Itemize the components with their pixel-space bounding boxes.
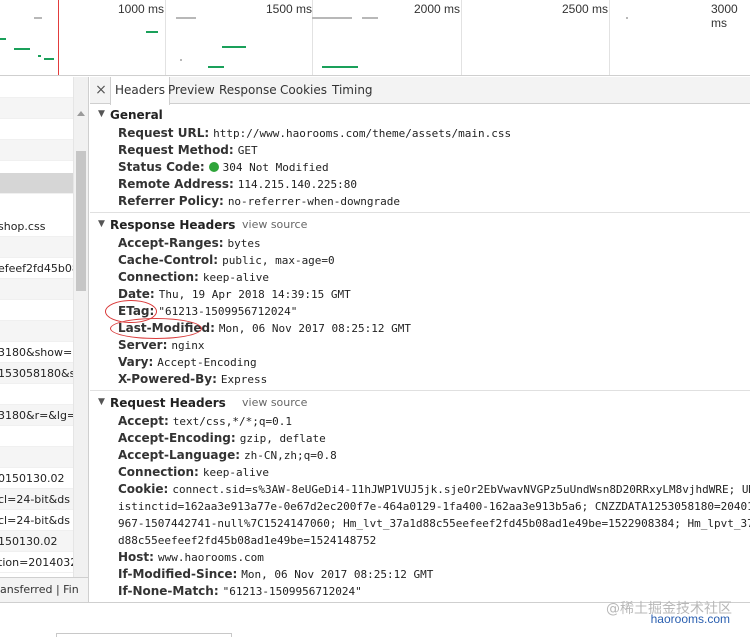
request-details-panel: × Headers Preview Response Cookies Timin… (90, 77, 750, 602)
timeline-tick-label: 2500 ms (562, 2, 609, 16)
tab-timing[interactable]: Timing (328, 77, 377, 104)
request-row[interactable]: tion=2014032 (0, 552, 73, 573)
cookie-continuation: 967-1507442741-null%7C1524147060; Hm_lvt… (118, 517, 750, 530)
details-tab-bar: × Headers Preview Response Cookies Timin… (90, 77, 750, 105)
timeline-bar (626, 17, 628, 19)
close-icon[interactable]: × (94, 81, 108, 99)
headers-content: ▼ General Request URL: http://www.haoroom… (90, 105, 750, 602)
timeline-gridline (609, 0, 610, 75)
timeline-bar (312, 17, 352, 19)
tab-headers[interactable]: Headers (110, 77, 170, 105)
view-source-link[interactable]: view source (242, 396, 307, 409)
section-divider (90, 212, 750, 213)
request-header-row: If-Modified-Since: Mon, 06 Nov 2017 08:25… (118, 567, 434, 581)
cookie-continuation: d88c55eefeef2fd45b08ad1e49be=1524148752 (118, 534, 377, 547)
request-row[interactable]: shop.css (0, 216, 73, 237)
console-input-edge (56, 633, 232, 637)
network-timeline-overview[interactable]: 1000 ms 1500 ms 2000 ms 2500 ms 3000 ms (0, 0, 750, 76)
timeline-tick-label: 1000 ms (118, 2, 165, 16)
request-row[interactable] (0, 447, 73, 468)
request-row[interactable] (0, 237, 73, 258)
timeline-bar (362, 17, 378, 19)
request-header-row: Connection: keep-alive (118, 465, 270, 479)
timeline-gridline (312, 0, 313, 75)
timeline-bar (38, 55, 41, 57)
timeline-gridline (461, 0, 462, 75)
timeline-tick-label: 2000 ms (414, 2, 461, 16)
general-request-method: Request Method: GET (118, 143, 258, 157)
network-summary-bar: ansferred | Fin (0, 577, 88, 602)
timeline-bar (222, 46, 246, 48)
response-header-row: Server: nginx (118, 338, 205, 352)
timeline-bar (0, 38, 6, 40)
timeline-bar (208, 66, 224, 68)
request-list-scrollbar[interactable] (73, 77, 88, 577)
tab-cookies[interactable]: Cookies (276, 77, 331, 104)
request-row[interactable] (0, 279, 73, 300)
view-source-link[interactable]: view source (242, 218, 307, 231)
timeline-tick-label: 1500 ms (266, 2, 313, 16)
response-header-row: Accept-Ranges: bytes (118, 236, 261, 250)
request-row[interactable] (0, 384, 73, 405)
request-row[interactable]: cl=24-bit&ds (0, 489, 73, 510)
general-section-header[interactable]: ▼ General (90, 108, 750, 125)
general-request-url: Request URL: http://www.haorooms.com/them… (118, 126, 512, 140)
request-row[interactable] (0, 300, 73, 321)
request-row[interactable]: 0150130.02 (0, 468, 73, 489)
triangle-down-icon: ▼ (98, 219, 105, 229)
request-row[interactable]: 153058180&sh (0, 363, 73, 384)
request-row[interactable]: cl=24-bit&ds (0, 510, 73, 531)
response-header-row: X-Powered-By: Express (118, 372, 268, 386)
triangle-down-icon: ▼ (98, 109, 105, 119)
request-header-row: Accept: text/css,*/*;q=0.1 (118, 414, 292, 428)
timeline-bar (176, 17, 196, 19)
scrollbar-thumb[interactable] (76, 151, 86, 291)
watermark-site: haorooms.com (650, 612, 730, 626)
request-row[interactable]: 150130.02 (0, 531, 73, 552)
timeline-tick-label: 3000 ms (711, 2, 738, 30)
request-header-row: Accept-Language: zh-CN,zh;q=0.8 (118, 448, 337, 462)
request-row-selected[interactable] (0, 173, 73, 194)
general-status-code: Status Code: 304 Not Modified (118, 160, 329, 174)
request-header-row: Host: www.haorooms.com (118, 550, 264, 564)
cookie-continuation: istinctid=162aa3e913a77e-0e67d2ec200f7e-… (118, 500, 750, 513)
request-header-row: Accept-Encoding: gzip, deflate (118, 431, 326, 445)
response-header-row: Cache-Control: public, max-age=0 (118, 253, 335, 267)
general-referrer-policy: Referrer Policy: no-referrer-when-downgra… (118, 194, 400, 208)
section-divider (90, 390, 750, 391)
scroll-up-arrow-icon[interactable] (77, 111, 85, 116)
tab-preview[interactable]: Preview (164, 77, 219, 104)
request-row[interactable] (0, 426, 73, 447)
timeline-bar (180, 59, 182, 61)
request-header-row: If-None-Match: "61213-1509956712024" (118, 584, 362, 598)
timeline-gridline (165, 0, 166, 75)
response-header-row: Vary: Accept-Encoding (118, 355, 257, 369)
request-row[interactable] (0, 321, 73, 342)
request-row[interactable]: 3180&r=&lg= (0, 405, 73, 426)
request-list[interactable]: shop.css efeef2fd45b08 3180&show=p 15305… (0, 77, 89, 602)
tab-response[interactable]: Response (215, 77, 281, 104)
request-row[interactable]: 3180&show=p (0, 342, 73, 363)
request-row[interactable] (0, 98, 73, 119)
general-remote-address: Remote Address: 114.215.140.225:80 (118, 177, 358, 191)
last-modified-annotation-ellipse (110, 318, 202, 339)
response-header-row: Date: Thu, 19 Apr 2018 14:39:15 GMT (118, 287, 351, 301)
request-headers-section-header[interactable]: ▼ Request Headers view source (90, 396, 750, 413)
timeline-bar (322, 66, 358, 68)
response-header-row: Connection: keep-alive (118, 270, 270, 284)
response-headers-section-header[interactable]: ▼ Response Headers view source (90, 218, 750, 235)
triangle-down-icon: ▼ (98, 397, 105, 407)
timeline-bar (146, 31, 158, 33)
timeline-bar (34, 17, 42, 19)
load-event-marker (58, 0, 59, 75)
timeline-bar (14, 48, 30, 50)
request-row[interactable] (0, 140, 73, 161)
request-header-cookie: Cookie: connect.sid=s%3AW-8eUGeDi4-11hJWP… (118, 482, 750, 496)
timeline-bar (44, 58, 54, 60)
request-row[interactable] (0, 119, 73, 140)
status-ok-dot-icon (208, 162, 219, 172)
request-row[interactable]: efeef2fd45b08 (0, 258, 73, 279)
request-row[interactable] (0, 77, 73, 98)
